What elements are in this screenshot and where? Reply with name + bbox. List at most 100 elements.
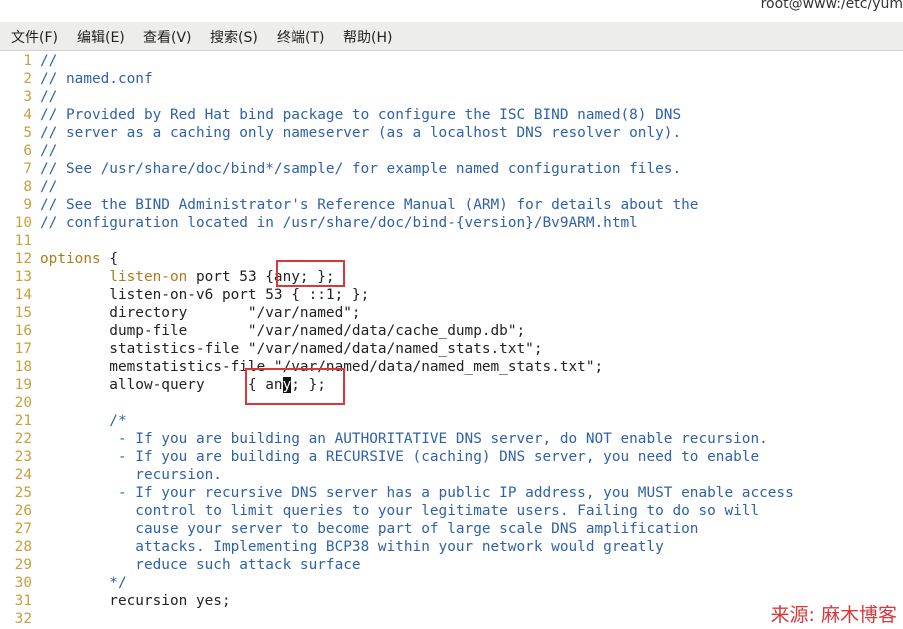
code-text: // [40, 89, 58, 105]
line-number: 23 [14, 449, 32, 465]
line-number: 2 [23, 71, 32, 87]
highlight-listen-on-any [276, 260, 345, 287]
menu-terminal[interactable]: 终端(T) [277, 27, 324, 47]
line-number: 14 [14, 287, 32, 303]
window-title: root@www:/etc/yum [760, 0, 903, 12]
code-text: // See the BIND Administrator's Referenc… [40, 197, 699, 213]
code-line: 21 /* [0, 412, 127, 430]
code-line: 3 // [0, 88, 57, 106]
line-number: 1 [23, 53, 32, 69]
line-number: 21 [14, 413, 32, 429]
code-line: 9 // See the BIND Administrator's Referen… [0, 196, 698, 214]
code-line: 17 statistics-file "/var/named/data/name… [0, 340, 543, 358]
code-text: dump-file "/var/named/data/cache_dump.db… [40, 323, 526, 339]
code-line: 25 - If your recursive DNS server has a … [0, 484, 794, 502]
code-text: */ [40, 575, 127, 591]
code-text: { [100, 251, 118, 267]
code-text: recursion yes; [40, 593, 231, 609]
line-number: 22 [14, 431, 32, 447]
line-number: 11 [14, 233, 32, 249]
line-number: 13 [14, 269, 32, 285]
line-number: 15 [14, 305, 32, 321]
code-line: 31 recursion yes; [0, 592, 231, 610]
code-text: control to limit queries to your legitim… [40, 503, 760, 519]
line-number: 5 [23, 125, 32, 141]
line-number: 12 [14, 251, 32, 267]
code-text: /* [40, 413, 127, 429]
code-line: 22 - If you are building an AUTHORITATIV… [0, 430, 768, 448]
code-line: 6 // [0, 142, 57, 160]
code-line: 12 options { [0, 250, 118, 268]
line-number: 26 [14, 503, 32, 519]
code-text: attacks. Implementing BCP38 within your … [40, 539, 664, 555]
code-line: 8 // [0, 178, 57, 196]
code-line: 16 dump-file "/var/named/data/cache_dump… [0, 322, 526, 340]
menu-file[interactable]: 文件(F) [11, 27, 58, 47]
line-number: 4 [23, 107, 32, 123]
code-line: 29 reduce such attack surface [0, 556, 361, 574]
menu-help[interactable]: 帮助(H) [343, 27, 392, 47]
code-text: listen-on-v6 port 53 { ::1; }; [40, 287, 370, 303]
code-text: directory "/var/named"; [40, 305, 361, 321]
line-number: 10 [14, 215, 32, 231]
code-text: // [40, 143, 58, 159]
code-line: 20 [0, 394, 40, 412]
line-number: 25 [14, 485, 32, 501]
line-number: 9 [23, 197, 32, 213]
code-text: - If you are building a RECURSIVE (cachi… [40, 449, 760, 465]
code-line: 4 // Provided by Red Hat bind package to … [0, 106, 681, 124]
line-number: 17 [14, 341, 32, 357]
line-number: 32 [14, 611, 32, 627]
code-text: // Provided by Red Hat bind package to c… [40, 107, 682, 123]
line-number: 3 [23, 89, 32, 105]
line-number: 6 [23, 143, 32, 159]
window-titlebar: root@www:/etc/yum [0, 0, 903, 22]
code-text: recursion. [40, 467, 222, 483]
watermark: 来源: 麻木博客 [770, 604, 897, 626]
menu-edit[interactable]: 编辑(E) [77, 27, 125, 47]
code-text: - If your recursive DNS server has a pub… [40, 485, 794, 501]
line-number: 31 [14, 593, 32, 609]
code-line: 27 cause your server to become part of l… [0, 520, 699, 538]
code-line: 15 directory "/var/named"; [0, 304, 361, 322]
code-line: 32 [0, 610, 40, 628]
code-text: // [40, 53, 58, 69]
code-line: 14 listen-on-v6 port 53 { ::1; }; [0, 286, 370, 304]
line-number: 30 [14, 575, 32, 591]
menu-search[interactable]: 搜索(S) [210, 27, 258, 47]
code-text: - If you are building an AUTHORITATIVE D… [40, 431, 768, 447]
code-text: cause your server to become part of larg… [40, 521, 699, 537]
line-number: 28 [14, 539, 32, 555]
line-number: 19 [14, 377, 32, 393]
code-line: 26 control to limit queries to your legi… [0, 502, 759, 520]
line-number: 7 [23, 161, 32, 177]
code-line: 11 [0, 232, 40, 250]
code-line: 10 // configuration located in /usr/share… [0, 214, 638, 232]
code-line: 2 // named.conf [0, 70, 153, 88]
line-number: 24 [14, 467, 32, 483]
highlight-allow-query-any [245, 368, 345, 405]
code-text: // [40, 179, 58, 195]
line-number: 20 [14, 395, 32, 411]
code-text: options [40, 251, 101, 267]
code-text: statistics-file "/var/named/data/named_s… [40, 341, 543, 357]
menu-view[interactable]: 查看(V) [143, 27, 192, 47]
code-text: // configuration located in /usr/share/d… [40, 215, 638, 231]
line-number: 27 [14, 521, 32, 537]
code-text: reduce such attack surface [40, 557, 361, 573]
code-line: 30 */ [0, 574, 127, 592]
code-text: // See /usr/share/doc/bind*/sample/ for … [40, 161, 682, 177]
code-line: 23 - If you are building a RECURSIVE (ca… [0, 448, 759, 466]
menu-bar: 文件(F) 编辑(E) 查看(V) 搜索(S) 终端(T) 帮助(H) [0, 22, 903, 51]
code-line: 28 attacks. Implementing BCP38 within yo… [0, 538, 664, 556]
code-line: 7 // See /usr/share/doc/bind*/sample/ for… [0, 160, 681, 178]
line-number: 8 [23, 179, 32, 195]
code-line: 1 // [0, 52, 57, 70]
line-number: 29 [14, 557, 32, 573]
code-text: listen-on [109, 269, 188, 285]
code-line: 24 recursion. [0, 466, 222, 484]
terminal-editor[interactable]: 1 // 2 // named.conf 3 // 4 // Provided by Red … [0, 51, 903, 629]
code-text: // named.conf [40, 71, 153, 87]
line-number: 16 [14, 323, 32, 339]
